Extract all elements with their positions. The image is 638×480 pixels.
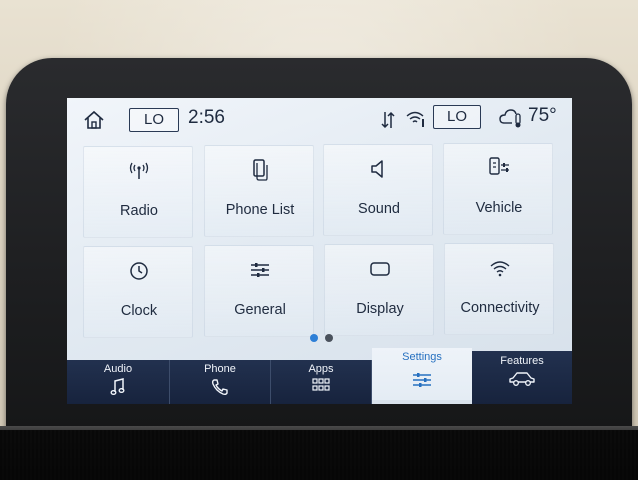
nav-label: Apps: [308, 363, 334, 375]
nav-settings[interactable]: Settings: [372, 348, 472, 400]
settings-sliders-icon: [413, 373, 431, 387]
display-icon: [370, 262, 390, 276]
tile-label: Clock: [120, 303, 158, 319]
page-dot-active[interactable]: [310, 334, 318, 342]
nav-label: Phone: [204, 363, 236, 375]
tile-general[interactable]: General: [204, 245, 314, 337]
nav-label: Features: [500, 355, 544, 367]
tile-label: Vehicle: [475, 200, 523, 216]
music-note-icon: [110, 378, 125, 395]
right-fan-level[interactable]: LO: [433, 105, 481, 129]
weather-thermometer-icon: [499, 109, 521, 128]
tile-display[interactable]: Display: [324, 244, 434, 336]
tile-phone-list[interactable]: Phone List: [204, 145, 314, 237]
dashboard-base: [0, 430, 638, 480]
wifi-status-icon: [406, 111, 424, 127]
tile-vehicle[interactable]: Vehicle: [443, 143, 553, 235]
tile-radio[interactable]: Radio: [83, 146, 193, 238]
home-icon[interactable]: [83, 110, 105, 130]
tile-sound[interactable]: Sound: [323, 144, 433, 236]
data-transfer-icon: [381, 111, 395, 129]
tile-label: Radio: [120, 203, 158, 219]
nav-apps[interactable]: Apps: [271, 360, 372, 404]
tile-clock[interactable]: Clock: [83, 246, 193, 338]
infotainment-screen: LO 2:56 LO 75° Radio Phone List Sound Ve…: [67, 98, 572, 404]
nav-audio[interactable]: Audio: [67, 360, 170, 404]
tile-label: Connectivity: [460, 300, 540, 316]
status-time: 2:56: [188, 107, 225, 128]
bottom-nav: Audio Phone Apps Settings Features: [67, 348, 572, 404]
left-fan-level[interactable]: LO: [129, 108, 179, 132]
nav-label: Settings: [402, 351, 442, 363]
speaker-icon: [371, 160, 383, 178]
clock-icon: [130, 262, 148, 280]
page-dot[interactable]: [325, 334, 333, 342]
tile-connectivity[interactable]: Connectivity: [444, 243, 554, 335]
radio-antenna-icon: [129, 162, 149, 179]
tile-label: Sound: [358, 201, 400, 217]
outside-temperature: 75°: [528, 105, 557, 126]
vehicle-settings-icon: [489, 157, 509, 175]
tile-label: Display: [356, 301, 404, 317]
car-icon: [509, 372, 535, 386]
phone-list-icon: [253, 159, 268, 181]
status-bar: LO 2:56 LO 75°: [67, 98, 572, 140]
nav-phone[interactable]: Phone: [170, 360, 271, 404]
phone-handset-icon: [211, 379, 228, 396]
sliders-icon: [251, 263, 269, 277]
wifi-icon: [490, 261, 510, 277]
tile-label: General: [234, 302, 286, 318]
nav-label: Audio: [103, 363, 133, 375]
tile-label: Phone List: [225, 202, 295, 218]
nav-features[interactable]: Features: [472, 351, 572, 404]
apps-grid-icon: [312, 378, 330, 391]
page-indicator: [307, 332, 337, 342]
